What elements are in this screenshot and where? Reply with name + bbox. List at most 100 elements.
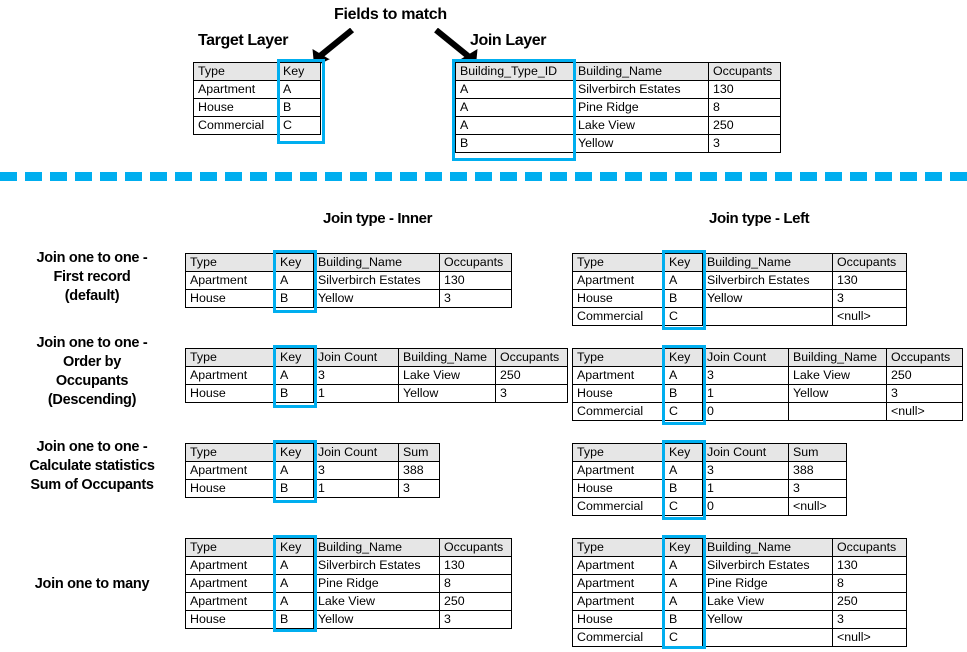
table-header-row: Type Key Join Count Building_Name Occupants [572,348,963,367]
column-header: Occupants [708,62,781,81]
table-cell: Commercial [572,497,665,516]
join-type-left-title: Join type - Left [709,210,810,227]
table-cell: House [185,289,276,308]
table-row: House B 1 3 [572,479,847,498]
fields-to-match-label: Fields to match [334,6,447,23]
table-cell: C [664,307,703,326]
column-header: Occupants [886,348,963,367]
column-header: Building_Name [702,538,833,557]
table-cell: A [275,574,314,593]
table-cell: A [275,461,314,480]
table-row: Apartment A Silverbirch Estates 130 [185,271,512,290]
table-header-row: Type Key Join Count Building_Name Occupants [185,348,568,367]
join-type-inner-title: Join type - Inner [323,210,433,227]
table-header-row: Type Key Building_Name Occupants [185,253,512,272]
table-cell: 3 [495,384,568,403]
row4-inner-table: Type Key Building_Name Occupants Apartment A… [185,538,512,629]
column-header: Occupants [832,538,907,557]
table-cell: Silverbirch Estates [313,271,440,290]
table-cell: C [664,402,703,421]
table-cell: <null> [832,628,907,647]
column-header: Occupants [832,253,907,272]
table-row: Apartment A Silverbirch Estates 130 [185,556,512,575]
column-header: Key [275,253,314,272]
table-cell [702,307,833,326]
table-row: Commercial C <null> [572,307,907,326]
column-header: Occupants [495,348,568,367]
column-header: Building_Name [398,348,496,367]
table-cell: Yellow [788,384,887,403]
table-cell: Silverbirch Estates [573,80,709,99]
column-header: Key [275,538,314,557]
section-divider [0,172,967,181]
table-cell: Lake View [573,116,709,135]
table-cell: <null> [886,402,963,421]
table-cell: A [275,556,314,575]
table-cell: <null> [788,497,847,516]
column-header: Type [185,538,276,557]
table-cell: 3 [313,461,399,480]
table-cell: A [278,80,321,99]
column-header: Building_Name [313,253,440,272]
table-cell: 388 [398,461,440,480]
column-header: Join Count [313,348,399,367]
column-header: Type [185,443,276,462]
table-row: House B Yellow 3 [572,289,907,308]
table-cell: Apartment [185,461,276,480]
table-cell: House [185,384,276,403]
table-cell: 250 [495,366,568,385]
row-label-order-by-occupants: Join one to one - Order by Occupants (De… [36,335,148,408]
table-cell: 1 [313,384,399,403]
table-header-row: Type Key Building_Name Occupants [185,538,512,557]
column-header: Key [664,348,703,367]
table-cell: Silverbirch Estates [702,556,833,575]
table-cell: Silverbirch Estates [702,271,833,290]
table-cell: A [664,366,703,385]
table-header-row: Type Key Join Count Sum [185,443,440,462]
row2-inner-table: Type Key Join Count Building_Name Occupants … [185,348,568,403]
table-cell: 388 [788,461,847,480]
table-cell: Apartment [185,366,276,385]
table-cell: A [275,271,314,290]
table-cell: B [275,610,314,629]
table-cell: Yellow [313,610,440,629]
table-cell: B [664,384,703,403]
table-cell: A [275,366,314,385]
table-cell: Yellow [398,384,496,403]
table-cell: B [664,479,703,498]
table-cell: House [572,384,665,403]
table-cell: Yellow [573,134,709,153]
table-cell: Apartment [185,574,276,593]
target-layer-table-wrap: Type Key Apartment A House B Commercial C [193,59,325,144]
table-row: House B Yellow 3 [185,289,512,308]
table-cell: House [572,479,665,498]
row4-inner-table-wrap: Type Key Building_Name Occupants Apartment A… [185,535,512,632]
row-label-calculate-statistics: Join one to one - Calculate statistics S… [29,439,155,493]
row1-inner-table: Type Key Building_Name Occupants Apartment A… [185,253,512,308]
row-label-join-one-to-many: Join one to many [34,576,150,592]
table-cell: B [664,610,703,629]
table-cell: Commercial [193,116,279,135]
table-cell: 130 [439,556,512,575]
table-cell: B [455,134,574,153]
table-cell: 0 [702,402,789,421]
table-row: Apartment A Pine Ridge 8 [185,574,512,593]
table-row: House B Yellow 3 [185,610,512,629]
table-row: Apartment A 3 Lake View 250 [185,366,568,385]
row4-left-table-wrap: Type Key Building_Name Occupants Apartment A… [572,535,907,649]
table-row: B Yellow 3 [455,134,781,153]
join-layer-table-wrap: Building_Type_ID Building_Name Occupants A… [452,59,781,161]
column-header: Type [572,443,665,462]
column-header: Building_Name [788,348,887,367]
table-cell: House [185,479,276,498]
table-cell: 3 [788,479,847,498]
column-header: Key [664,253,703,272]
table-row: House B [193,98,321,117]
table-row: Apartment A Silverbirch Estates 130 [572,271,907,290]
table-cell: 250 [832,592,907,611]
table-cell: 250 [439,592,512,611]
table-cell: Apartment [185,271,276,290]
table-row: House B 1 Yellow 3 [572,384,963,403]
table-header-row: Type Key [193,62,321,81]
table-cell: Yellow [313,289,440,308]
